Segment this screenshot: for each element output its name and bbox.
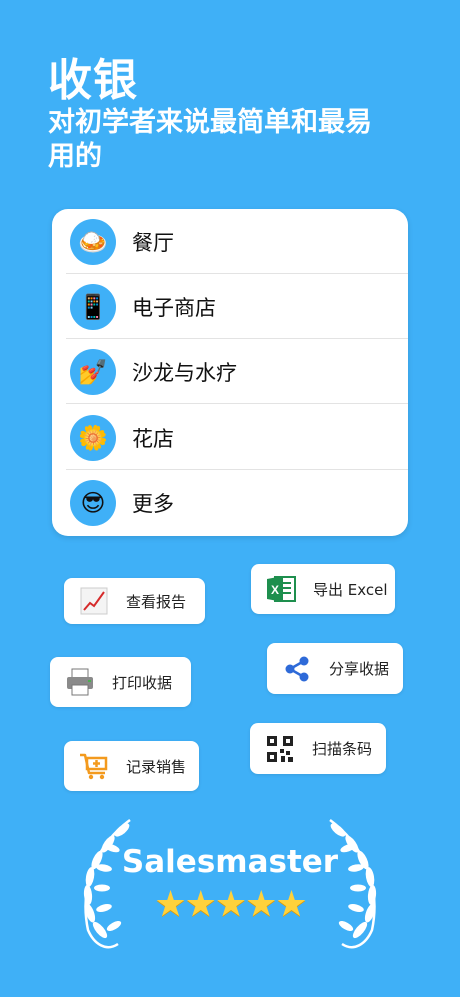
view-reports-chip: 查看报告 bbox=[64, 578, 205, 624]
category-item-florist[interactable]: 🌼 花店 bbox=[66, 405, 408, 470]
share-receipt-chip: 分享收据 bbox=[267, 643, 403, 694]
brand-badge: Salesmaster ★★★★★ bbox=[60, 812, 400, 962]
excel-icon: X bbox=[263, 571, 299, 607]
category-item-more[interactable]: 😎 更多 bbox=[66, 470, 408, 535]
record-sales-label: 记录销售 bbox=[126, 757, 187, 776]
page-subtitle: 对初学者来说最简单和最易用的 bbox=[48, 107, 372, 172]
print-receipt-label: 打印收据 bbox=[112, 673, 173, 692]
nail-polish-icon: 💅 bbox=[70, 348, 116, 395]
share-receipt-label: 分享收据 bbox=[329, 660, 390, 678]
mobile-phone-icon: 📱 bbox=[70, 283, 116, 330]
category-label: 电子商店 bbox=[132, 295, 216, 320]
category-label: 沙龙与水疗 bbox=[132, 360, 237, 385]
category-label: 花店 bbox=[132, 426, 174, 451]
scan-barcode-label: 扫描条码 bbox=[312, 740, 373, 758]
export-excel-chip: X 导出 Excel bbox=[251, 564, 395, 614]
category-label: 餐厅 bbox=[132, 230, 174, 255]
curry-rice-icon: 🍛 bbox=[70, 218, 116, 265]
category-item-restaurant[interactable]: 🍛 餐厅 bbox=[66, 209, 408, 274]
chart-icon bbox=[76, 583, 112, 619]
category-item-electronics[interactable]: 📱 电子商店 bbox=[66, 274, 408, 339]
page-title: 收银 bbox=[48, 55, 138, 106]
record-sales-chip: 记录销售 bbox=[64, 741, 199, 791]
svg-text:X: X bbox=[271, 583, 279, 597]
shopping-cart-icon bbox=[76, 748, 112, 784]
view-reports-label: 查看报告 bbox=[126, 592, 187, 611]
share-icon bbox=[279, 651, 315, 687]
category-item-salon-spa[interactable]: 💅 沙龙与水疗 bbox=[66, 339, 408, 404]
export-excel-label: 导出 Excel bbox=[313, 580, 388, 599]
sunflower-icon: 🌼 bbox=[70, 414, 116, 461]
scan-barcode-chip: 扫描条码 bbox=[250, 723, 386, 774]
qr-code-icon bbox=[262, 731, 298, 767]
print-receipt-chip: 打印收据 bbox=[50, 657, 191, 707]
sunglasses-face-icon: 😎 bbox=[70, 479, 116, 526]
printer-icon bbox=[62, 664, 98, 700]
category-label: 更多 bbox=[132, 491, 174, 516]
brand-name: Salesmaster bbox=[121, 844, 339, 880]
star-rating: ★★★★★ bbox=[154, 884, 307, 925]
business-type-list: 🍛 餐厅 📱 电子商店 💅 沙龙与水疗 🌼 花店 😎 更多 bbox=[52, 209, 408, 536]
